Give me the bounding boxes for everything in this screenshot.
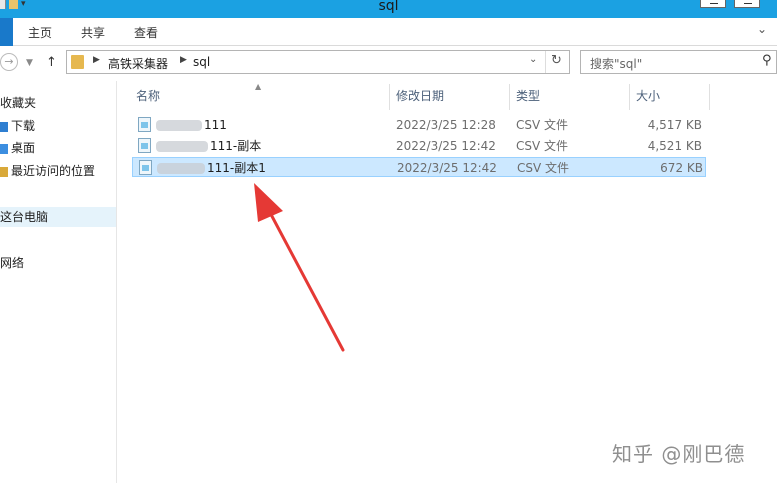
maximize-icon <box>744 3 752 4</box>
search-box[interactable]: 搜索"sql" ⚲ <box>580 50 777 74</box>
recent-icon <box>0 166 8 177</box>
redacted-text <box>156 120 202 131</box>
file-row-selected[interactable]: 111-副本1 2022/3/25 12:42 CSV 文件 672 KB <box>132 157 706 177</box>
file-row[interactable]: 111 2022/3/25 12:28 CSV 文件 4,517 KB <box>132 115 706 135</box>
breadcrumb-separator-icon[interactable]: ▶ <box>93 55 100 65</box>
redacted-text <box>157 163 205 174</box>
address-bar[interactable]: ▶ 高铁采集器 ▶ sql ⌄ ↻ <box>66 50 570 74</box>
search-icon[interactable]: ⚲ <box>762 53 772 68</box>
nav-item-label: 桌面 <box>11 141 36 155</box>
file-type: CSV 文件 <box>516 118 569 132</box>
nav-item-label: 下载 <box>11 119 36 133</box>
nav-item-network[interactable]: 网络 <box>0 253 116 273</box>
nav-item-desktop[interactable]: 桌面 <box>0 138 116 158</box>
column-header-size[interactable]: 大小 <box>630 84 710 110</box>
maximize-button[interactable] <box>734 0 760 8</box>
nav-item-this-pc[interactable]: 这台电脑 <box>0 207 116 227</box>
folder-icon <box>71 55 84 69</box>
redacted-text <box>156 141 208 152</box>
breadcrumb-item[interactable]: 高铁采集器 <box>108 55 168 72</box>
nav-item-favorites[interactable]: 收藏夹 <box>0 93 116 113</box>
nav-item-downloads[interactable]: 下载 <box>0 116 116 136</box>
nav-item-label: 收藏夹 <box>0 96 37 110</box>
tab-view[interactable]: 查看 <box>134 24 158 41</box>
column-header-modified[interactable]: 修改日期 <box>390 84 510 110</box>
desktop-icon <box>0 143 8 154</box>
file-modified: 2022/3/25 12:42 <box>396 139 496 153</box>
breadcrumb-separator-icon[interactable]: ▶ <box>180 55 187 65</box>
explorer-window: ▾ sql 主页 共享 查看 ⌄ → ▼ ↑ ▶ 高铁采集器 ▶ sql ⌄ ↻… <box>0 0 777 483</box>
tab-home[interactable]: 主页 <box>28 24 52 41</box>
file-size: 672 KB <box>660 161 703 175</box>
search-input[interactable]: 搜索"sql" <box>590 55 642 72</box>
nav-item-label: 网络 <box>0 256 25 270</box>
tab-share[interactable]: 共享 <box>81 24 105 41</box>
minimize-icon <box>710 3 718 4</box>
minimize-button[interactable] <box>700 0 726 8</box>
nav-item-label: 这台电脑 <box>0 210 49 224</box>
file-name: 111 <box>204 118 227 132</box>
address-dropdown-icon[interactable]: ⌄ <box>529 54 537 65</box>
csv-file-icon <box>138 117 151 132</box>
file-name: 111-副本1 <box>207 161 266 175</box>
file-size: 4,517 KB <box>647 118 702 132</box>
file-name: 111-副本 <box>210 139 262 153</box>
file-type: CSV 文件 <box>516 139 569 153</box>
breadcrumb-item[interactable]: sql <box>193 55 210 69</box>
file-size: 4,521 KB <box>647 139 702 153</box>
window-title: sql <box>378 0 399 14</box>
file-modified: 2022/3/25 12:42 <box>397 161 497 175</box>
csv-file-icon <box>139 160 152 175</box>
title-bar: ▾ sql <box>0 0 777 18</box>
csv-file-icon <box>138 138 151 153</box>
address-row: → ▼ ↑ ▶ 高铁采集器 ▶ sql ⌄ ↻ 搜索"sql" ⚲ <box>0 47 777 79</box>
nav-item-label: 最近访问的位置 <box>11 164 96 178</box>
ribbon: 主页 共享 查看 ⌄ <box>0 18 777 46</box>
recent-locations-icon[interactable]: ▼ <box>26 58 33 68</box>
column-header-type[interactable]: 类型 <box>510 84 630 110</box>
navigation-pane: 收藏夹 下载 桌面 最近访问的位置 这台电脑 网络 <box>0 81 117 483</box>
file-type: CSV 文件 <box>517 161 570 175</box>
file-modified: 2022/3/25 12:28 <box>396 118 496 132</box>
nav-item-recent[interactable]: 最近访问的位置 <box>0 161 116 181</box>
up-button[interactable]: ↑ <box>46 55 57 70</box>
file-list: ▲ 名称 修改日期 类型 大小 111 2022/3/25 12:28 CSV … <box>118 81 777 483</box>
watermark: 知乎 @刚巴德 <box>612 442 746 466</box>
divider <box>545 51 546 73</box>
chevron-down-icon[interactable]: ⌄ <box>757 22 767 36</box>
file-row[interactable]: 111-副本 2022/3/25 12:42 CSV 文件 4,521 KB <box>132 136 706 156</box>
column-header-name[interactable]: 名称 <box>130 84 390 110</box>
download-icon <box>0 121 8 132</box>
refresh-icon[interactable]: ↻ <box>551 53 562 68</box>
file-tab[interactable] <box>0 18 13 46</box>
back-button[interactable]: → <box>0 53 18 71</box>
